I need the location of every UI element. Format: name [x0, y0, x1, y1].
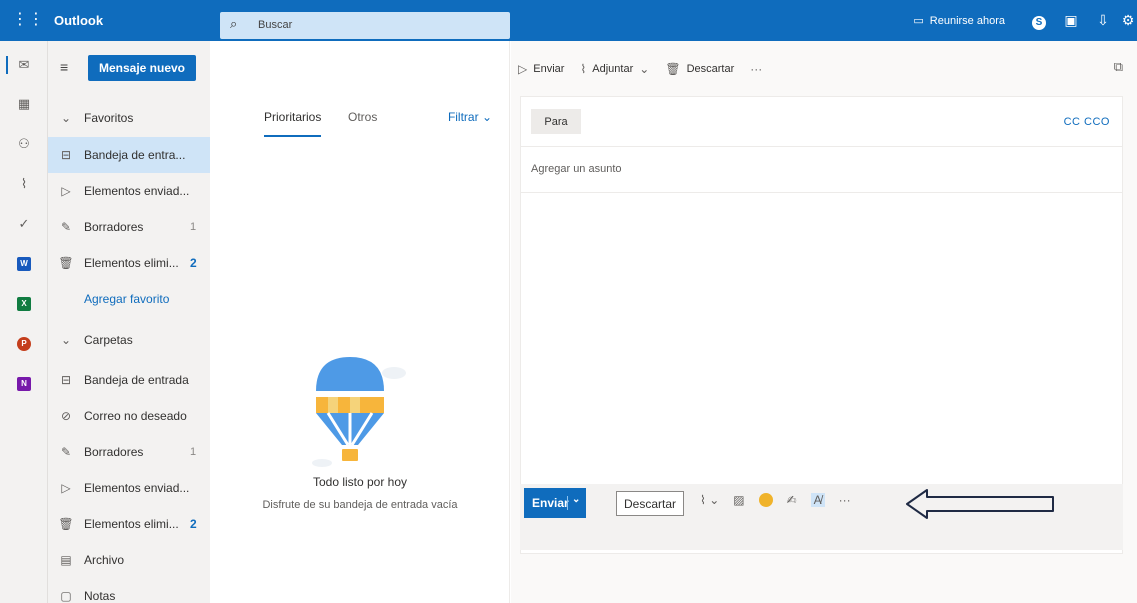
- more-icon: ···: [750, 61, 763, 76]
- signature-icon[interactable]: ✍: [787, 493, 797, 507]
- meet-now-button[interactable]: ▭ Reunirse ahora: [913, 14, 1005, 28]
- search-icon: ⌕: [230, 16, 238, 31]
- folder-notes[interactable]: ▢ Notas: [48, 578, 210, 603]
- top-bar: ⋮⋮ Outlook ⌕ Buscar ▭ Reunirse ahora S ▣…: [0, 0, 1137, 41]
- format-toggle-icon[interactable]: A̸: [810, 493, 825, 507]
- tab-focused[interactable]: Prioritarios: [264, 110, 322, 137]
- folder-archive[interactable]: ▤ Archivo: [48, 542, 210, 578]
- compose-actions: Enviar ⌄ Descartar ⌇ ⌄ ▨ ✍ A̸ ···: [520, 484, 1123, 550]
- favorite-deleted[interactable]: 🗑 Elementos elimi... 2: [48, 245, 210, 281]
- folders-header[interactable]: ⌄ Carpetas: [48, 322, 210, 358]
- folder-deleted[interactable]: 🗑 Elementos elimi... 2: [48, 506, 210, 542]
- discard-button[interactable]: Descartar: [616, 491, 684, 516]
- chevron-down-icon: ⌄: [60, 333, 72, 347]
- cmd-send-button[interactable]: ▷ Enviar: [518, 62, 564, 76]
- new-message-button[interactable]: Mensaje nuevo: [88, 55, 196, 81]
- cmd-more-button[interactable]: ···: [750, 62, 762, 76]
- pencil-icon: ✎: [60, 220, 72, 234]
- send-icon: ▷: [61, 184, 71, 198]
- empty-state-subtitle: Disfrute de su bandeja de entrada vacía: [262, 499, 458, 511]
- send-button[interactable]: Enviar ⌄: [524, 488, 586, 518]
- todo-icon[interactable]: ✓: [0, 207, 48, 241]
- people-icon[interactable]: ⚇: [0, 127, 48, 161]
- to-row: Para CC CCO: [521, 97, 1122, 147]
- folder-inbox[interactable]: ⊟ Bandeja de entrada: [48, 362, 210, 398]
- empty-state-title: Todo listo por hoy: [312, 475, 408, 489]
- folder-pane-header: ≡ Mensaje nuevo: [48, 41, 210, 96]
- note-icon: ▢: [60, 589, 72, 603]
- tab-other[interactable]: Otros: [348, 110, 377, 124]
- skype-icon[interactable]: S: [1023, 12, 1055, 30]
- meet-now-icon: ▭: [913, 15, 924, 27]
- mail-icon[interactable]: ✉: [0, 48, 48, 82]
- subject-placeholder: Agregar un asunto: [531, 163, 622, 175]
- word-icon[interactable]: W: [0, 247, 48, 281]
- popout-icon[interactable]: ⧉: [1114, 59, 1123, 75]
- chevron-down-icon: ⌄: [60, 111, 72, 125]
- compose-action-icons: ⌇ ⌄ ▨ ✍ A̸ ···: [700, 493, 851, 507]
- attach-icon[interactable]: ⌇: [0, 167, 48, 201]
- app-rail: ✉ ▦ ⚇ ⌇ ✓ W X P N: [0, 41, 48, 603]
- cmd-discard-button[interactable]: 🗑 Descartar: [665, 62, 734, 76]
- filter-button[interactable]: Filtrar ⌄: [448, 110, 492, 124]
- image-icon[interactable]: ▨: [733, 493, 744, 507]
- attach-icon: ⌇: [580, 61, 587, 76]
- trash-icon: 🗑: [665, 61, 681, 76]
- pencil-icon: ✎: [60, 445, 72, 459]
- hamburger-icon[interactable]: ≡: [60, 59, 68, 75]
- excel-icon[interactable]: X: [0, 287, 48, 321]
- trash-icon: 🗑: [58, 517, 74, 531]
- compose-area: ▷ Enviar ⌇ Adjuntar ⌄ 🗑 Descartar ··· ⧉ Para…: [511, 41, 1137, 603]
- attach-icon[interactable]: ⌇ ⌄: [700, 493, 719, 507]
- calendar-icon[interactable]: ▦: [0, 87, 48, 121]
- to-button[interactable]: Para: [531, 109, 581, 134]
- inbox-icon: ⊟: [60, 373, 72, 387]
- favorite-drafts[interactable]: ✎ Borradores 1: [48, 209, 210, 245]
- folder-pane: ≡ Mensaje nuevo ⌄ Favoritos ⊟ Bandeja de…: [48, 41, 210, 603]
- onenote-icon[interactable]: N: [0, 367, 48, 401]
- folder-drafts[interactable]: ✎ Borradores 1: [48, 434, 210, 470]
- annotation-arrow-icon: [906, 489, 1054, 519]
- chevron-down-icon: ⌄: [639, 61, 650, 76]
- folder-sent[interactable]: ▷ Elementos enviad...: [48, 470, 210, 506]
- compose-command-bar: ▷ Enviar ⌇ Adjuntar ⌄ 🗑 Descartar ··· ⧉: [511, 41, 1137, 96]
- send-icon: ▷: [61, 481, 71, 495]
- archive-icon: ▤: [60, 553, 72, 567]
- settings-icon[interactable]: ⚙: [1119, 12, 1137, 29]
- feedback-icon[interactable]: ⇩: [1087, 12, 1119, 29]
- cc-bcc-links[interactable]: CC CCO: [1064, 116, 1110, 128]
- top-right-actions: ▭ Reunirse ahora S ▣ ⇩ ⚙: [913, 0, 1137, 41]
- favorite-inbox[interactable]: ⊟ Bandeja de entra...: [48, 137, 210, 173]
- trash-icon: 🗑: [58, 256, 74, 270]
- inbox-icon: ⊟: [60, 148, 72, 162]
- inbox-tabs: Prioritarios Otros Filtrar ⌄: [210, 96, 510, 137]
- add-favorite-link[interactable]: Agregar favorito: [48, 281, 210, 317]
- folder-junk[interactable]: ⊘ Correo no deseado: [48, 398, 210, 434]
- app-launcher-icon[interactable]: ⋮⋮: [12, 10, 44, 30]
- balloon-illustration: [312, 357, 406, 467]
- cmd-attach-button[interactable]: ⌇ Adjuntar ⌄: [580, 62, 649, 76]
- search-box[interactable]: ⌕ Buscar: [220, 12, 510, 39]
- block-icon: ⊘: [60, 409, 72, 423]
- powerpoint-icon[interactable]: P: [0, 327, 48, 361]
- message-list: Prioritarios Otros Filtrar ⌄ Todo listo …: [210, 41, 510, 603]
- meet-now-label: Reunirse ahora: [929, 14, 1005, 27]
- subject-field[interactable]: Agregar un asunto: [521, 147, 1122, 193]
- search-placeholder: Buscar: [258, 19, 293, 31]
- emoji-icon[interactable]: [758, 493, 773, 507]
- my-day-icon[interactable]: ▣: [1055, 12, 1087, 29]
- chevron-down-icon[interactable]: ⌄: [572, 494, 580, 505]
- send-icon: ▷: [518, 61, 528, 76]
- favorites-header[interactable]: ⌄ Favoritos: [48, 100, 210, 136]
- app-title[interactable]: Outlook: [54, 13, 103, 28]
- more-icon[interactable]: ···: [839, 493, 851, 507]
- favorite-sent[interactable]: ▷ Elementos enviad...: [48, 173, 210, 209]
